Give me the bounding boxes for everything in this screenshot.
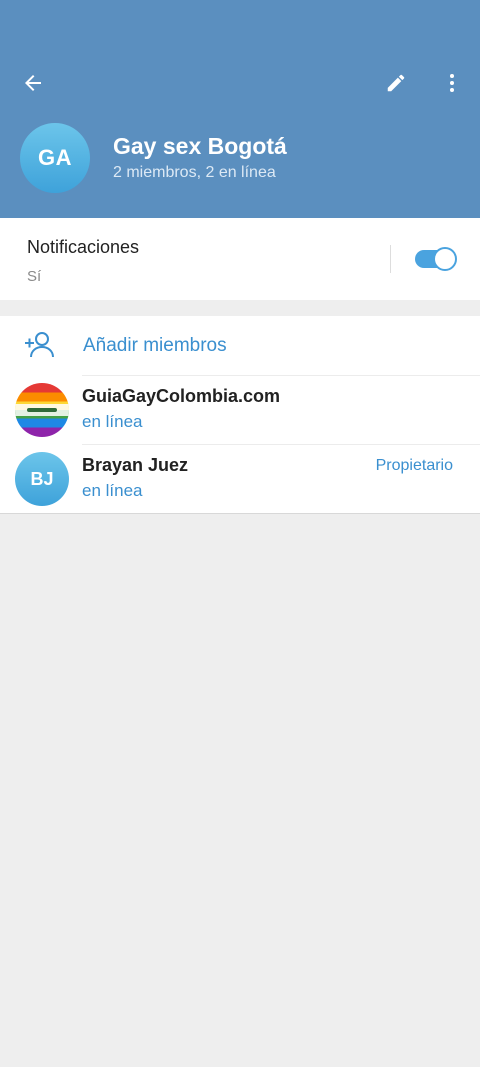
add-user-icon [25,332,54,358]
member-row[interactable]: GuiaGayColombia.com en línea [0,376,480,444]
group-subtitle: 2 miembros, 2 en línea [113,164,276,181]
members-section: Añadir miembros GuiaGayColombia.com en l… [0,316,480,514]
more-options-button[interactable] [432,63,472,103]
notifications-value: Sí [27,268,42,285]
more-vertical-icon [450,74,454,92]
member-status: en línea [82,481,143,500]
profile-header: GA Gay sex Bogotá 2 miembros, 2 en línea [0,0,480,218]
member-avatar: BJ [15,452,69,506]
pencil-icon [387,74,405,92]
edit-button[interactable] [376,63,416,103]
toggle-knob [433,247,457,271]
member-role-badge: Propietario [375,457,453,474]
group-avatar[interactable]: GA [20,123,90,193]
divider [390,245,391,273]
notifications-label: Notificaciones [27,237,140,257]
member-avatar [15,383,69,437]
back-button[interactable] [13,63,53,103]
rainbow-logo-icon [15,404,69,416]
member-status: en línea [82,412,143,431]
add-members-label: Añadir miembros [83,335,227,356]
group-title: Gay sex Bogotá [113,133,287,159]
member-row[interactable]: BJ Brayan Juez en línea Propietario [0,445,480,513]
add-members-button[interactable]: Añadir miembros [0,316,480,375]
arrow-left-icon [25,75,41,91]
member-name: Brayan Juez [82,455,189,475]
notifications-row[interactable]: Notificaciones Sí [0,218,480,300]
member-name: GuiaGayColombia.com [82,386,281,406]
notifications-toggle[interactable] [415,247,457,271]
